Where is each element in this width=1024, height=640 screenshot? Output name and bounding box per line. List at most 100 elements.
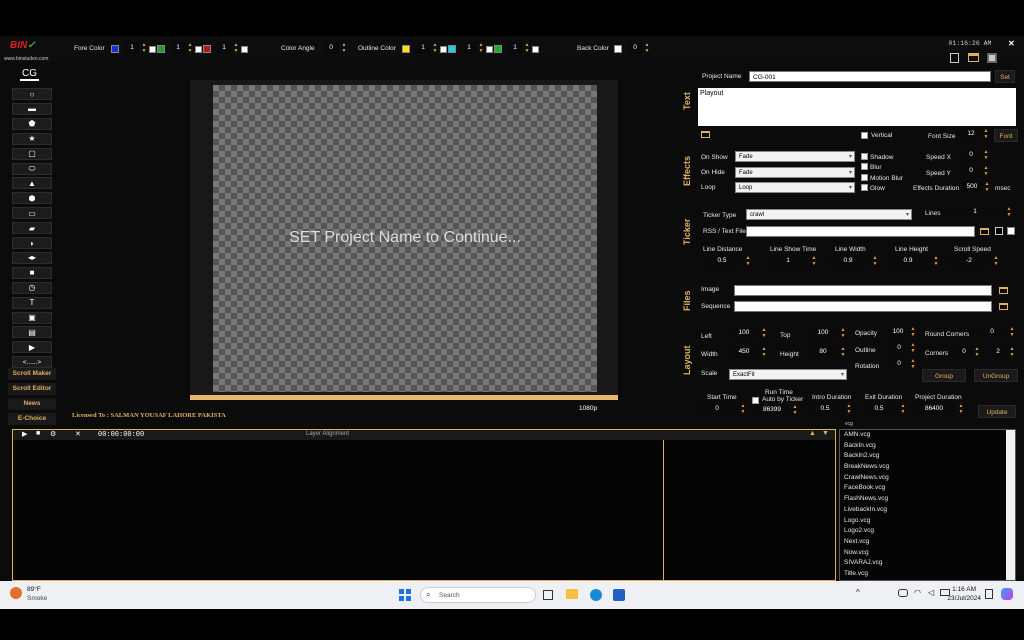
start-time-stepper[interactable]: ▲ ▼ xyxy=(740,403,746,415)
open-folder-icon[interactable] xyxy=(968,53,979,62)
tool-parallelogram-icon[interactable]: ▰ xyxy=(12,222,52,235)
image-path-input[interactable] xyxy=(734,285,992,296)
tool-square-icon[interactable]: ■ xyxy=(12,266,52,279)
speed-x-input[interactable]: 0 xyxy=(962,149,980,161)
image-folder-icon[interactable] xyxy=(999,287,1008,294)
edge-icon[interactable] xyxy=(590,589,602,601)
file-list-item[interactable]: Next.vcg xyxy=(840,537,1006,548)
cloud-icon[interactable] xyxy=(898,589,908,597)
fore-color-white-swatch-1[interactable] xyxy=(149,46,156,53)
fore-color-value-input-1[interactable]: 1 xyxy=(125,42,139,54)
tool-star-icon[interactable]: ★ xyxy=(12,132,52,145)
scale-select[interactable]: ExactFit xyxy=(729,369,847,381)
tool-rounded-rect-icon[interactable]: ▬ xyxy=(12,102,52,115)
outline-stepper[interactable]: ▲ ▼ xyxy=(910,342,916,354)
update-button[interactable]: Update xyxy=(978,405,1016,418)
corners-input-2[interactable]: 2 xyxy=(990,346,1006,358)
wifi-icon[interactable]: ◠ xyxy=(914,588,921,597)
tool-pill-icon[interactable]: ⬭ xyxy=(12,162,52,175)
line-distance-input[interactable]: 0.5 xyxy=(705,255,739,267)
outline-color-white-swatch-3[interactable] xyxy=(532,46,539,53)
settings-icon[interactable]: ⚙ xyxy=(50,430,56,438)
file-list-item[interactable]: FaceBook.vcg xyxy=(840,483,1006,494)
outline-color-white-swatch-1[interactable] xyxy=(440,46,447,53)
corners-stepper-1[interactable]: ▲ ▼ xyxy=(974,346,980,358)
file-list-item[interactable]: CrawlNews.vcg xyxy=(840,473,1006,484)
fore-color-swatch-2[interactable] xyxy=(157,45,165,53)
tray-chevron-icon[interactable]: ^ xyxy=(856,588,860,597)
fore-color-swatch-3[interactable] xyxy=(203,45,211,53)
run-time-stepper[interactable]: ▲ ▼ xyxy=(792,404,798,416)
fore-color-white-swatch-3[interactable] xyxy=(241,46,248,53)
rotation-input[interactable]: 0 xyxy=(890,358,908,370)
fore-color-value-input-2[interactable]: 1 xyxy=(171,42,185,54)
rss-back-swatch[interactable] xyxy=(995,227,1003,235)
rss-folder-icon[interactable] xyxy=(980,228,989,235)
volume-icon[interactable]: ◁ xyxy=(928,588,934,597)
corners-stepper-2[interactable]: ▲ ▼ xyxy=(1009,346,1015,358)
exit-duration-input[interactable]: 0.5 xyxy=(862,403,896,415)
fore-color-value-input-3[interactable]: 1 xyxy=(217,42,231,54)
back-color-input[interactable]: 0 xyxy=(628,42,642,54)
line-height-stepper[interactable]: ▲ ▼ xyxy=(933,255,939,267)
sequence-path-input[interactable] xyxy=(734,301,992,312)
notification-icon[interactable] xyxy=(985,589,993,599)
outline-color-value-input-1[interactable]: 1 xyxy=(416,42,430,54)
exit-duration-stepper[interactable]: ▲ ▼ xyxy=(900,403,906,415)
outline-color-white-swatch-2[interactable] xyxy=(486,46,493,53)
windows-start-icon[interactable] xyxy=(399,589,411,601)
color-angle-input[interactable]: 0 xyxy=(323,42,339,54)
ungroup-button[interactable]: UnGroup xyxy=(974,369,1018,382)
font-size-stepper[interactable]: ▲ ▼ xyxy=(983,128,989,140)
opacity-input[interactable]: 100 xyxy=(888,326,908,338)
tool-rectangle-icon[interactable]: ▭ xyxy=(12,207,52,220)
file-list-item[interactable]: Logo2.vcg xyxy=(840,526,1006,537)
file-list-item[interactable]: Now.vcg xyxy=(840,548,1006,559)
stop-icon[interactable]: ■ xyxy=(36,430,40,437)
tool-dots-icon[interactable]: <......> xyxy=(12,356,52,369)
speed-y-input[interactable]: 0 xyxy=(962,165,980,177)
scroll-speed-stepper[interactable]: ▲ ▼ xyxy=(993,255,999,267)
round-corners-input[interactable]: 0 xyxy=(978,326,1006,338)
rss-fore-swatch[interactable] xyxy=(1007,227,1015,235)
start-time-input[interactable]: 0 xyxy=(698,403,736,415)
set-button[interactable]: Set xyxy=(995,70,1015,83)
tool-pentagon-icon[interactable]: ⬟ xyxy=(12,117,52,130)
file-list-scrollbar[interactable] xyxy=(1006,430,1015,580)
move-up-icon[interactable]: ▲ xyxy=(809,430,816,437)
tool-image-icon[interactable]: ▣ xyxy=(12,311,52,324)
line-width-stepper[interactable]: ▲ ▼ xyxy=(872,255,878,267)
motion-blur-checkbox[interactable] xyxy=(861,174,868,181)
lines-input[interactable]: 1 xyxy=(945,206,1005,218)
project-name-input[interactable]: CG-001 xyxy=(749,71,991,82)
outline-input[interactable]: 0 xyxy=(890,342,908,354)
module-button-scroll-maker[interactable]: Scroll Maker xyxy=(8,368,56,380)
outline-color-stepper-1[interactable]: ▲ ▼ xyxy=(432,42,438,54)
blur-checkbox[interactable] xyxy=(861,163,868,170)
close-icon[interactable]: ✕ xyxy=(1008,39,1015,48)
timeline-playhead[interactable] xyxy=(663,440,664,580)
tool-film-icon[interactable]: ▤ xyxy=(12,326,52,339)
tool-circle-icon[interactable]: ○ xyxy=(12,88,52,100)
speed-y-stepper[interactable]: ▲ ▼ xyxy=(983,165,989,177)
save-icon[interactable] xyxy=(987,53,997,63)
clear-icon[interactable]: ✕ xyxy=(75,430,81,438)
intro-duration-input[interactable]: 0.5 xyxy=(810,403,840,415)
lines-stepper[interactable]: ▲ ▼ xyxy=(1006,206,1012,218)
tool-rounded-square-icon[interactable]: ▢ xyxy=(12,147,52,160)
left-input[interactable]: 100 xyxy=(730,327,758,339)
module-button-news[interactable]: News xyxy=(8,398,56,410)
rss-file-input[interactable] xyxy=(746,226,975,237)
opacity-stepper[interactable]: ▲ ▼ xyxy=(910,326,916,338)
color-angle-stepper[interactable]: ▲ ▼ xyxy=(341,42,347,54)
line-show-time-input[interactable]: 1 xyxy=(768,255,808,267)
outline-color-swatch-2[interactable] xyxy=(448,45,456,53)
move-down-icon[interactable]: ▼ xyxy=(822,430,829,437)
outline-color-value-input-2[interactable]: 1 xyxy=(462,42,476,54)
text-editor[interactable]: Playout xyxy=(698,88,1016,126)
rotation-stepper[interactable]: ▲ ▼ xyxy=(910,358,916,370)
width-input[interactable]: 450 xyxy=(730,346,758,358)
file-list-item[interactable]: SIVARAJ.vcg xyxy=(840,558,1006,569)
fore-color-white-swatch-2[interactable] xyxy=(195,46,202,53)
file-list-item[interactable]: BackIn2.vcg xyxy=(840,451,1006,462)
